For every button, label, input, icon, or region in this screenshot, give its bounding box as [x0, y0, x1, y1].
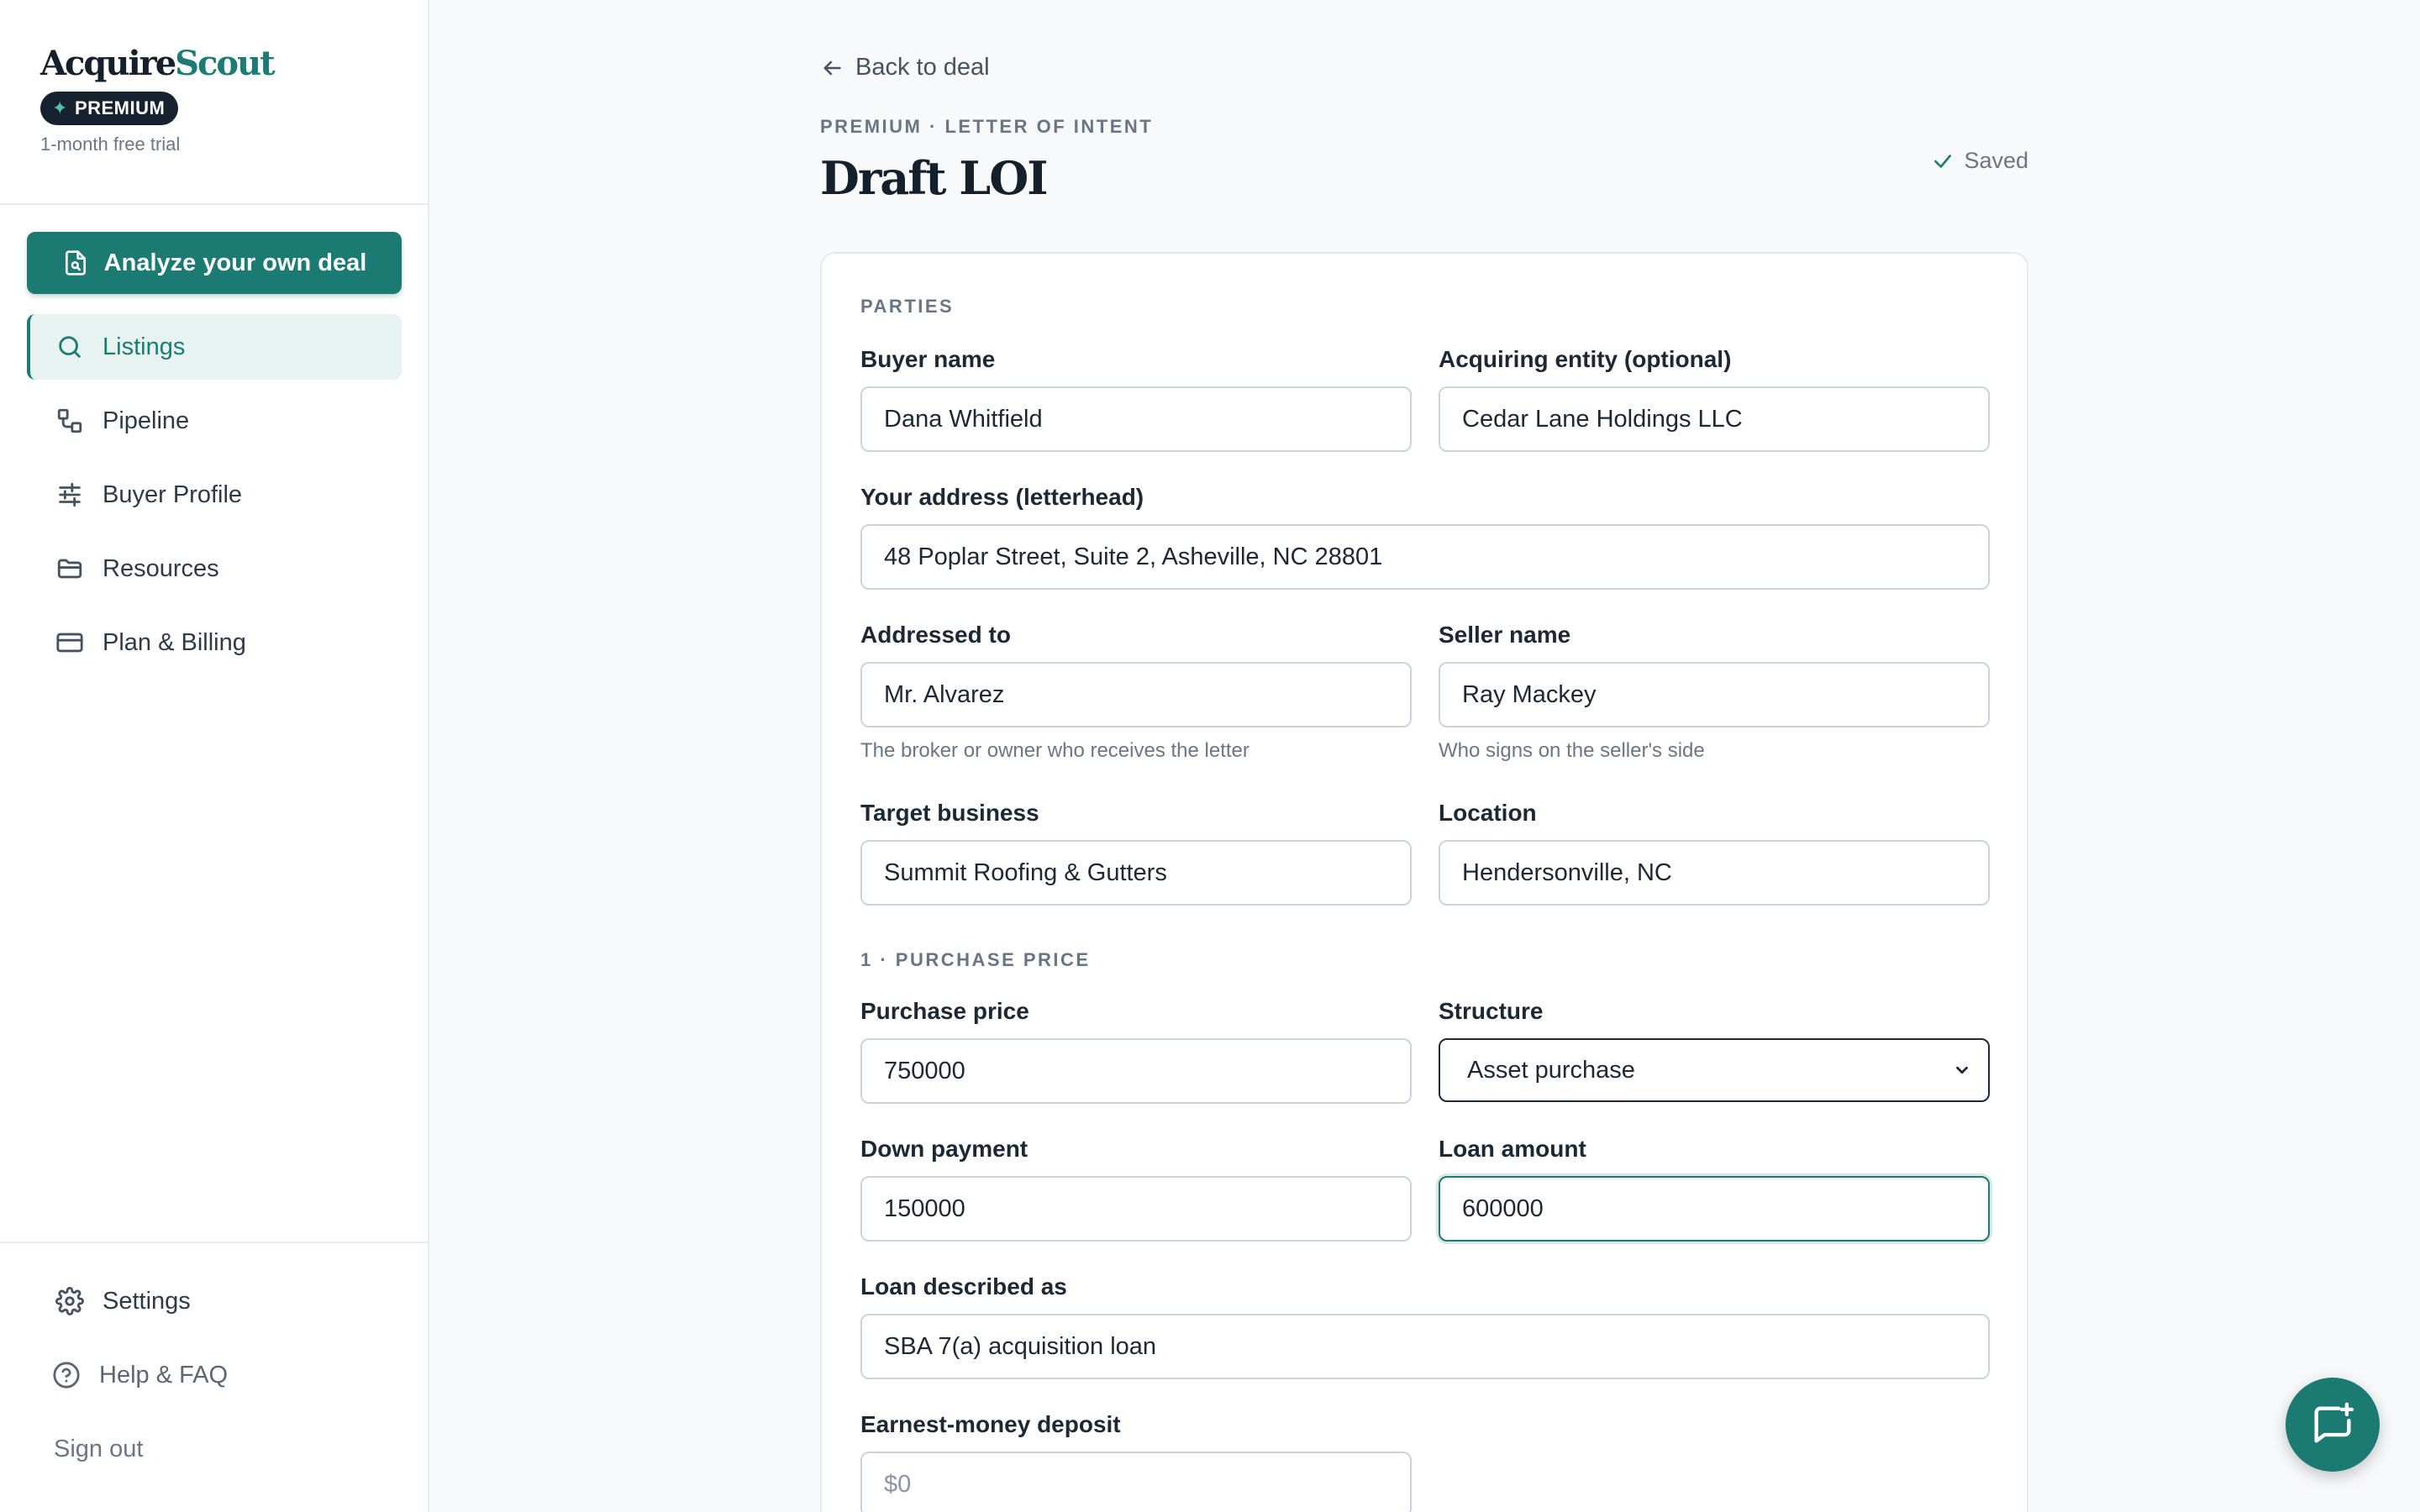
section-label-parties: PARTIES — [860, 296, 955, 317]
loan-described-field: Loan described as — [860, 1273, 1990, 1379]
bottom-nav: Settings Help & FAQ Sign out — [27, 1268, 402, 1482]
sidebar-item-settings[interactable]: Settings — [27, 1268, 402, 1334]
seller-name-field: Seller name Who signs on the seller's si… — [1439, 622, 1990, 763]
sidebar-item-buyer-profile[interactable]: Buyer Profile — [27, 462, 402, 528]
premium-badge-label: PREMIUM — [74, 97, 166, 118]
back-to-deal-link[interactable]: Back to deal — [820, 54, 990, 81]
location-field: Location — [1439, 800, 1990, 906]
folder-icon — [57, 559, 82, 579]
saved-status: Saved — [1932, 148, 2028, 174]
buyer-name-label: Buyer name — [860, 346, 996, 372]
seller-name-label: Seller name — [1439, 622, 1571, 648]
sidebar-item-help[interactable]: Help & FAQ — [27, 1342, 402, 1408]
earnest-money-input[interactable] — [860, 1452, 1412, 1512]
sliders-icon — [59, 482, 81, 507]
logo-text-primary: Acquire — [40, 44, 176, 83]
loan-amount-field: Loan amount — [1439, 1136, 1990, 1242]
loi-form-card: PARTIES Buyer name Acquiring entity (opt… — [820, 252, 2028, 1512]
acquiring-entity-input[interactable] — [1439, 386, 1990, 452]
loan-described-input[interactable] — [860, 1314, 1990, 1379]
logo-text-accent: Scout — [175, 44, 275, 83]
sidebar-item-resources[interactable]: Resources — [27, 536, 402, 601]
sidebar-bottom-divider — [0, 1242, 428, 1243]
target-business-label: Target business — [860, 800, 1039, 826]
earnest-money-label: Earnest-money deposit — [860, 1411, 1121, 1437]
address-label: Your address (letterhead) — [860, 484, 1144, 510]
brand: AcquireScout ✦ PREMIUM 1-month free tria… — [40, 44, 276, 155]
acquiring-entity-field: Acquiring entity (optional) — [1439, 346, 1990, 452]
saved-label: Saved — [1964, 148, 2028, 173]
acquiring-entity-label: Acquiring entity (optional) — [1439, 346, 1732, 372]
sidebar: AcquireScout ✦ PREMIUM 1-month free tria… — [0, 0, 429, 1512]
logo[interactable]: AcquireScout — [40, 44, 276, 83]
addressed-to-input[interactable] — [860, 662, 1412, 727]
seller-name-hint: Who signs on the seller's side — [1439, 739, 1705, 762]
sidebar-item-label: Plan & Billing — [103, 628, 246, 656]
sidebar-item-listings[interactable]: Listings — [27, 314, 402, 380]
addressed-to-hint: The broker or owner who receives the let… — [860, 739, 1249, 762]
seller-name-input[interactable] — [1439, 662, 1990, 727]
sidebar-item-label: Help & FAQ — [99, 1361, 229, 1389]
address-input[interactable] — [860, 524, 1990, 590]
structure-selected-value: Asset purchase — [1467, 1056, 1635, 1084]
premium-badge: ✦ PREMIUM — [40, 92, 179, 125]
analyze-deal-label: Analyze your own deal — [103, 249, 367, 276]
earnest-money-field: Earnest-money deposit — [860, 1411, 1412, 1512]
back-link-label: Back to deal — [855, 54, 990, 81]
sparkle-icon: ✦ — [52, 97, 68, 118]
loan-amount-label: Loan amount — [1439, 1136, 1586, 1162]
location-label: Location — [1439, 800, 1537, 826]
target-business-input[interactable] — [860, 840, 1412, 906]
buyer-name-field: Buyer name — [860, 346, 1412, 452]
chevron-down-icon — [1956, 1066, 1968, 1074]
arrow-left-icon — [823, 60, 841, 75]
sidebar-item-label: Resources — [103, 554, 219, 582]
sidebar-item-label: Pipeline — [103, 407, 190, 434]
pipeline-icon — [57, 408, 82, 433]
page-title: Draft LOI — [820, 151, 1049, 205]
page-eyebrow: PREMIUM · LETTER OF INTENT — [820, 116, 1154, 137]
sidebar-item-label: Buyer Profile — [103, 480, 243, 508]
addressed-to-label: Addressed to — [860, 622, 1011, 648]
sidebar-divider — [0, 203, 428, 205]
buyer-name-input[interactable] — [860, 386, 1412, 452]
purchase-price-input[interactable] — [860, 1038, 1412, 1104]
gear-icon — [55, 1287, 84, 1315]
structure-label: Structure — [1439, 998, 1544, 1024]
loan-amount-input[interactable] — [1439, 1176, 1990, 1242]
trial-text: 1-month free trial — [40, 134, 181, 155]
sidebar-item-label: Listings — [103, 333, 186, 360]
help-circle-icon — [53, 1362, 80, 1389]
chat-button[interactable] — [2286, 1378, 2380, 1472]
down-payment-field: Down payment — [860, 1136, 1412, 1242]
sidebar-item-label: Settings — [103, 1287, 191, 1315]
location-input[interactable] — [1439, 840, 1990, 906]
main-nav: Listings Pipeline Buyer Profile Resource… — [27, 314, 402, 684]
down-payment-input[interactable] — [860, 1176, 1412, 1242]
sidebar-item-plan-billing[interactable]: Plan & Billing — [27, 610, 402, 675]
chat-bubble-icon — [2314, 1402, 2354, 1443]
section-label-purchase-price: 1 · PURCHASE PRICE — [860, 949, 1091, 970]
down-payment-label: Down payment — [860, 1136, 1028, 1162]
sidebar-item-pipeline[interactable]: Pipeline — [27, 388, 402, 454]
structure-field: Structure Asset purchase — [1439, 998, 1990, 1102]
document-search-icon — [65, 250, 86, 276]
purchase-price-label: Purchase price — [860, 998, 1029, 1024]
loan-described-label: Loan described as — [860, 1273, 1067, 1299]
check-icon — [1934, 154, 1952, 168]
structure-select[interactable]: Asset purchase — [1439, 1038, 1990, 1102]
sign-out-link[interactable]: Sign out — [27, 1416, 402, 1482]
target-business-field: Target business — [860, 800, 1412, 906]
credit-card-icon — [56, 633, 83, 653]
address-field: Your address (letterhead) — [860, 484, 1990, 590]
search-icon — [59, 336, 81, 358]
addressed-to-field: Addressed to The broker or owner who rec… — [860, 622, 1412, 763]
analyze-deal-button[interactable]: Analyze your own deal — [27, 232, 402, 294]
purchase-price-field: Purchase price — [860, 998, 1412, 1104]
